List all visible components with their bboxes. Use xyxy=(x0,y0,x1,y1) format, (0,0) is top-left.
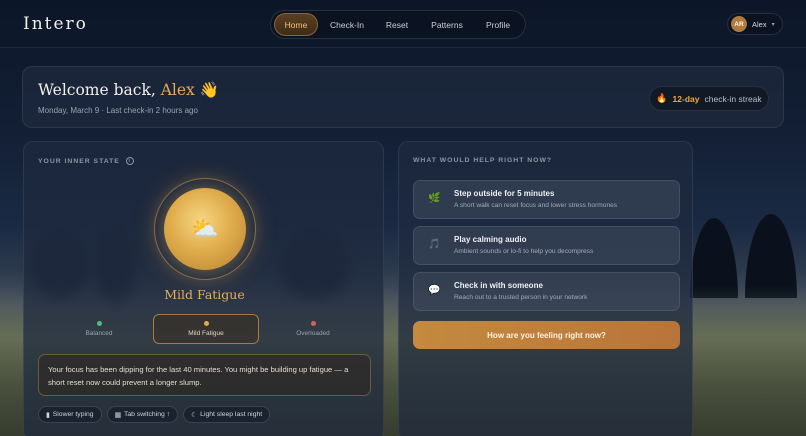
user-name: Alex xyxy=(752,19,767,29)
scale-option-overloaded[interactable]: Overloaded xyxy=(260,314,366,344)
welcome-card: Welcome back, Alex 👋 Monday, March 9 · L… xyxy=(22,66,784,128)
nav-check-in[interactable]: Check-In xyxy=(318,13,376,36)
keyboard-icon: ▮ xyxy=(46,411,50,419)
partly-cloudy-icon: ⛅ xyxy=(191,216,219,241)
tabs-icon: ▦ xyxy=(114,411,121,419)
user-first-name: Alex xyxy=(160,81,195,99)
welcome-heading: Welcome back, Alex 👋 xyxy=(38,81,219,99)
state-orb-ring: ⛅ xyxy=(154,178,256,280)
action-step-outside[interactable]: 🌿 Step outside for 5 minutes A short wal… xyxy=(413,180,680,219)
info-icon[interactable]: i xyxy=(125,157,134,165)
user-menu[interactable]: AR Alex ▾ xyxy=(727,13,783,35)
action-title: Play calming audio xyxy=(454,235,527,244)
avatar: AR xyxy=(731,16,747,32)
streak-label: check-in streak xyxy=(704,93,762,104)
action-calming-audio[interactable]: 🎵 Play calming audio Ambient sounds or l… xyxy=(413,226,680,265)
streak-days: 12-day xyxy=(672,93,700,104)
feeling-check-button[interactable]: How are you feeling right now? xyxy=(413,321,680,349)
status-dot xyxy=(310,321,316,326)
help-card: WHAT WOULD HELP RIGHT NOW? 🌿 Step outsid… xyxy=(398,141,693,436)
welcome-subtitle: Monday, March 9 · Last check-in 2 hours … xyxy=(38,106,198,115)
tag-tab-switching[interactable]: ▦ Tab switching ↑ xyxy=(106,406,179,423)
state-orb: ⛅ xyxy=(164,188,246,270)
nav-home[interactable]: Home xyxy=(274,13,318,36)
scale-option-label: Mild Fatigue xyxy=(188,330,224,337)
tag-light-sleep[interactable]: ☾ Light sleep last night xyxy=(183,406,271,423)
scale-option-label: Balanced xyxy=(85,330,113,337)
streak-badge: 🔥 12-day check-in streak xyxy=(649,86,769,111)
inner-state-label-text: YOUR INNER STATE xyxy=(38,157,120,165)
tag-label: Light sleep last night xyxy=(200,411,263,418)
scale-option-label: Overloaded xyxy=(296,330,330,337)
top-bar: Intero Home Check-In Reset Patterns Prof… xyxy=(0,0,806,48)
insight-message: Your focus has been dipping for the last… xyxy=(38,354,371,396)
action-description: Ambient sounds or lo-fi to help you deco… xyxy=(454,248,594,255)
action-check-in-someone[interactable]: 💬 Check in with someone Reach out to a t… xyxy=(413,272,680,311)
action-description: Reach out to a trusted person in your ne… xyxy=(454,294,588,301)
scale-option-balanced[interactable]: Balanced xyxy=(46,314,152,344)
leaf-icon: 🌿 xyxy=(428,193,441,204)
chat-icon: 💬 xyxy=(428,285,441,296)
signal-tags: ▮ Slower typing ▦ Tab switching ↑ ☾ Ligh… xyxy=(38,406,271,423)
app-logo[interactable]: Intero xyxy=(23,14,88,34)
greeting-text: Welcome back, xyxy=(38,81,156,99)
scale-option-mild-fatigue[interactable]: Mild Fatigue xyxy=(153,314,259,344)
wave-icon: 👋 xyxy=(199,81,220,99)
chevron-down-icon: ▾ xyxy=(771,21,775,28)
nav-reset[interactable]: Reset xyxy=(376,13,418,36)
status-dot xyxy=(203,321,209,326)
flame-icon: 🔥 xyxy=(656,93,668,103)
music-icon: 🎵 xyxy=(428,239,441,250)
state-title: Mild Fatigue xyxy=(164,287,245,302)
status-dot xyxy=(96,321,102,326)
action-title: Step outside for 5 minutes xyxy=(454,189,555,198)
action-title: Check in with someone xyxy=(454,281,543,290)
inner-state-label: YOUR INNER STATE i xyxy=(38,157,134,165)
moon-icon: ☾ xyxy=(191,411,198,419)
nav-patterns[interactable]: Patterns xyxy=(418,13,476,36)
help-label: WHAT WOULD HELP RIGHT NOW? xyxy=(413,157,553,164)
main-nav: Home Check-In Reset Patterns Profile xyxy=(270,10,526,39)
tag-label: Slower typing xyxy=(52,411,94,418)
action-description: A short walk can reset focus and lower s… xyxy=(454,202,618,209)
inner-state-card: YOUR INNER STATE i ⛅ Mild Fatigue Balanc… xyxy=(23,141,384,436)
tag-slower-typing[interactable]: ▮ Slower typing xyxy=(38,406,102,423)
tag-label: Tab switching ↑ xyxy=(123,411,171,418)
state-scale: Balanced Mild Fatigue Overloaded xyxy=(46,314,366,344)
nav-profile[interactable]: Profile xyxy=(476,13,520,36)
